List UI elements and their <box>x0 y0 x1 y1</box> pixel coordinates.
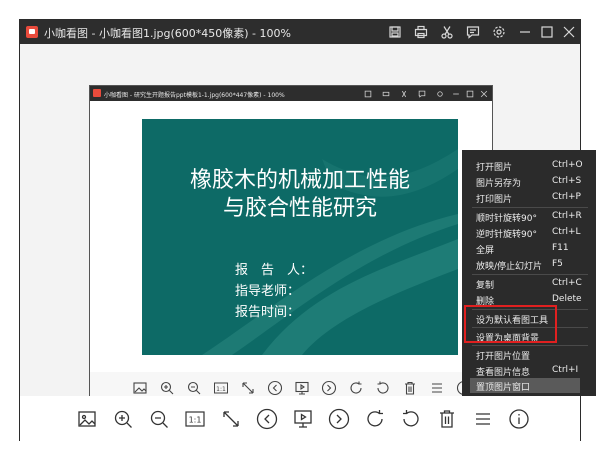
menu-item-label: 查看图片信息 <box>476 368 531 378</box>
menu-item-shortcut: Ctrl+C <box>552 278 582 288</box>
save-icon[interactable] <box>386 23 404 41</box>
inner-previous-icon <box>265 378 285 398</box>
slide-field-presenter: 报 告 人： <box>235 263 314 278</box>
inner-slideshow-icon <box>292 378 312 398</box>
inner-title-bar: 小咖看图 - 研究生开题报告ppt模板1-1.jpg(600*447像素) - … <box>90 86 492 101</box>
slide-field-date: 报告时间： <box>235 305 301 320</box>
inner-zoom-out-icon <box>184 378 204 398</box>
menu-separator <box>472 345 588 346</box>
comment-icon[interactable] <box>464 23 482 41</box>
inner-print-icon <box>380 88 391 99</box>
inner-actual-size-icon: 1:1 <box>211 378 231 398</box>
fit-window-icon[interactable] <box>218 406 244 432</box>
inner-fit-window-icon <box>238 378 258 398</box>
zoom-out-icon[interactable] <box>146 406 172 432</box>
menu-item-label: 顺时针旋转90° <box>476 214 537 224</box>
cut-icon[interactable] <box>438 23 456 41</box>
menu-item-label: 全屏 <box>476 246 495 256</box>
inner-save-icon <box>362 88 373 99</box>
menu-item-shortcut: Delete <box>552 294 582 304</box>
inner-menu-icon <box>427 378 447 398</box>
slide-title-line2: 与胶合性能研究 <box>222 196 377 221</box>
inner-actual-size-label: 1:1 <box>216 386 226 393</box>
slide-title: 橡胶木的机械加工性能 与胶合性能研究 <box>142 167 458 223</box>
menu-item-shortcut: Ctrl+S <box>552 176 582 186</box>
menu-item-label: 图片另存为 <box>476 179 522 189</box>
menu-item-rotate-counterclockwise[interactable]: 逆时针旋转90° Ctrl+L <box>462 225 596 240</box>
rotate-clockwise-icon[interactable] <box>362 406 388 432</box>
settings-icon[interactable] <box>490 23 508 41</box>
inner-cut-icon <box>398 88 409 99</box>
menu-item-open-location[interactable]: 打开图片位置 <box>462 347 596 362</box>
menu-item-copy[interactable]: 复制 Ctrl+C <box>462 276 596 291</box>
menu-item-slideshow[interactable]: 放映/停止幻灯片 F5 <box>462 257 596 272</box>
menu-item-label: 放映/停止幻灯片 <box>476 262 543 272</box>
image-icon[interactable] <box>74 406 100 432</box>
menu-separator <box>472 274 588 275</box>
menu-item-shortcut: Ctrl+O <box>552 160 583 170</box>
context-menu: 打开图片 Ctrl+O 图片另存为 Ctrl+S 打印图片 Ctrl+P 顺时针旋转9… <box>462 150 596 396</box>
menu-item-shortcut: Ctrl+P <box>552 192 581 202</box>
slide-fields: 报 告 人： 指导老师： 报告时间： <box>235 260 313 323</box>
delete-icon[interactable] <box>434 406 460 432</box>
inner-zoom-in-icon <box>157 378 177 398</box>
menu-item-label: 打开图片 <box>476 163 513 173</box>
menu-item-shortcut: F11 <box>552 243 569 253</box>
displayed-image[interactable]: 小咖看图 - 研究生开题报告ppt模板1-1.jpg(600*447像素) - … <box>89 85 493 404</box>
menu-item-print[interactable]: 打印图片 Ctrl+P <box>462 190 596 205</box>
menu-item-label: 打印图片 <box>476 195 513 205</box>
menu-separator <box>472 207 588 208</box>
menu-item-shortcut: F5 <box>552 259 563 269</box>
app-logo-icon <box>26 26 38 38</box>
menu-item-shortcut: Ctrl+I <box>552 365 579 375</box>
menu-item-label: 逆时针旋转90° <box>476 230 537 240</box>
slide-title-line1: 橡胶木的机械加工性能 <box>189 168 410 193</box>
menu-item-label: 置顶图片窗口 <box>476 383 531 393</box>
actual-size-label: 1:1 <box>189 416 202 425</box>
inner-settings-icon <box>434 88 445 99</box>
menu-item-shortcut: Ctrl+L <box>552 227 581 237</box>
inner-window-title: 小咖看图 - 研究生开题报告ppt模板1-1.jpg(600*447像素) - … <box>104 92 285 99</box>
menu-item-image-info[interactable]: 查看图片信息 Ctrl+I <box>462 363 596 378</box>
print-icon[interactable] <box>412 23 430 41</box>
inner-rotate-counterclockwise-icon <box>373 378 393 398</box>
close-icon[interactable] <box>560 23 578 41</box>
bottom-toolbar: 1:1 <box>20 396 580 441</box>
menu-item-pin-window[interactable]: 置顶图片窗口 <box>470 378 580 393</box>
inner-comment-icon <box>416 88 427 99</box>
rotate-counterclockwise-icon[interactable] <box>398 406 424 432</box>
menu-item-open-image[interactable]: 打开图片 Ctrl+O <box>462 158 596 173</box>
slide-image: 橡胶木的机械加工性能 与胶合性能研究 报 告 人： 指导老师： 报告时间： <box>142 119 458 355</box>
inner-next-icon <box>319 378 339 398</box>
highlight-annotation-box <box>464 305 557 343</box>
menu-item-rotate-clockwise[interactable]: 顺时针旋转90° Ctrl+R <box>462 209 596 224</box>
menu-item-label: 打开图片位置 <box>476 352 531 362</box>
slide-field-advisor: 指导老师： <box>235 284 301 299</box>
menu-icon[interactable] <box>470 406 496 432</box>
minimize-icon[interactable] <box>516 23 534 41</box>
slideshow-icon[interactable] <box>290 406 316 432</box>
inner-rotate-clockwise-icon <box>346 378 366 398</box>
menu-item-fullscreen[interactable]: 全屏 F11 <box>462 241 596 256</box>
inner-minimize-icon <box>450 88 461 99</box>
maximize-icon[interactable] <box>538 23 556 41</box>
next-icon[interactable] <box>326 406 352 432</box>
previous-icon[interactable] <box>254 406 280 432</box>
menu-item-shortcut: Ctrl+R <box>552 211 582 221</box>
menu-item-save-as[interactable]: 图片另存为 Ctrl+S <box>462 174 596 189</box>
menu-item-label: 复制 <box>476 281 495 291</box>
info-icon[interactable] <box>506 406 532 432</box>
inner-delete-icon <box>400 378 420 398</box>
inner-maximize-icon <box>464 88 475 99</box>
window-title: 小咖看图 - 小咖看图1.jpg(600*450像素) - 100% <box>44 27 291 40</box>
title-bar[interactable]: 小咖看图 - 小咖看图1.jpg(600*450像素) - 100% <box>20 20 580 44</box>
inner-app-logo-icon <box>93 89 101 97</box>
actual-size-icon[interactable]: 1:1 <box>182 406 208 432</box>
zoom-in-icon[interactable] <box>110 406 136 432</box>
inner-image-icon <box>130 378 150 398</box>
inner-close-icon <box>478 88 489 99</box>
